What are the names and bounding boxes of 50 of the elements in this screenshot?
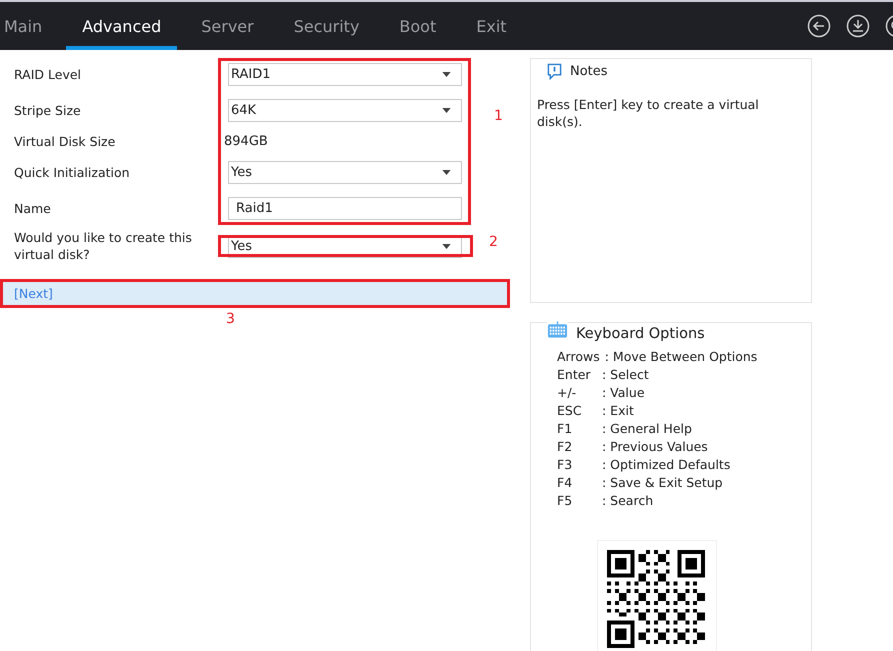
download-icon[interactable] [846,14,870,38]
back-icon[interactable] [807,14,831,38]
key-name: F1 [557,420,574,438]
field-label: Quick Initialization [13,164,131,180]
field-label: Name [13,200,52,216]
field-label: Virtual Disk Size [13,132,116,150]
key-action: : Move Between Options [604,348,758,366]
key-action: : Exit [602,402,634,420]
tab[interactable]: Boot [383,2,452,50]
dropdown[interactable]: 64K [228,98,462,122]
caret-icon [442,244,451,248]
key-name: +/- [557,384,578,402]
caret-icon [442,170,451,174]
tab[interactable]: Advanced [66,2,178,50]
annotation-number: 1 [494,108,503,124]
field-value: 894GB [224,134,268,148]
key-name: F4 [557,474,574,492]
panel-title: Keyboard Options [576,326,705,342]
key-action: : Value [602,384,645,402]
key-name: ESC [557,402,583,420]
dropdown[interactable]: RAID1 [228,62,462,86]
key-action: : Optimized Defaults [602,456,730,474]
key-name: Enter [557,366,592,384]
key-name: F2 [557,438,574,456]
qr-code-icon [607,550,705,648]
caret-icon [442,108,451,112]
field-label: RAID Level [13,66,82,82]
key-name: F3 [557,456,574,474]
key-action: : Save & Exit Setup [602,474,723,492]
tab[interactable]: Main [0,2,58,50]
annotation-number: 2 [489,234,498,250]
key-name: F5 [557,492,574,510]
note-icon [547,63,562,80]
input-field[interactable]: Raid1 [228,196,462,220]
key-action: : General Help [602,420,692,438]
notes-text: Press [Enter] key to create a virtual disk(s). [537,96,760,130]
field-label: Stripe Size [13,102,82,118]
annotation-number: 3 [226,311,235,327]
key-action: : Select [602,366,649,384]
tab[interactable]: Security [278,2,376,50]
tab[interactable]: Exit [460,2,523,50]
tab[interactable]: Server [185,2,270,50]
caret-icon [442,72,451,76]
dropdown[interactable]: Yes [228,160,462,184]
panel-title: Notes [570,64,608,79]
keyboard-icon [547,321,568,339]
field-label: Would you like to create this virtual disk? [13,229,193,263]
key-name: Arrows [557,348,601,366]
key-action: : Previous Values [602,438,708,456]
key-action: : Search [602,492,654,510]
